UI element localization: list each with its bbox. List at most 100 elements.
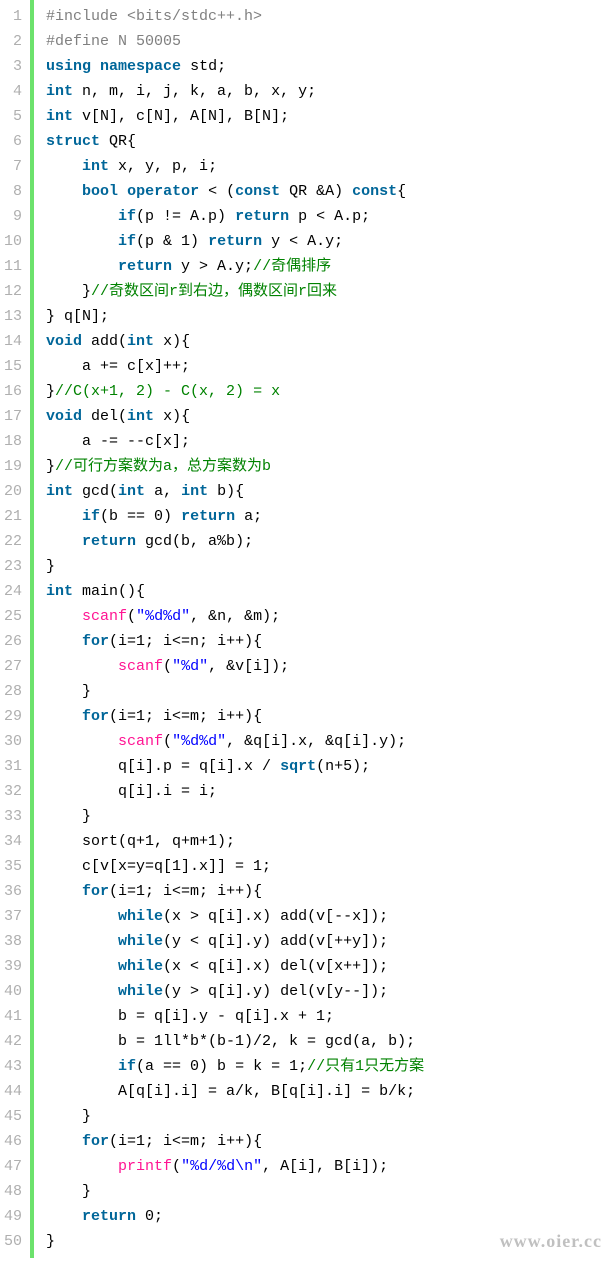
token-kw: operator xyxy=(127,183,199,200)
line-number: 27 xyxy=(4,654,22,679)
line-number: 33 xyxy=(4,804,22,829)
code-line: a -= --c[x]; xyxy=(46,429,612,454)
token-id xyxy=(91,58,100,75)
token-id xyxy=(46,1208,82,1225)
token-id: } xyxy=(46,808,91,825)
token-id xyxy=(46,533,82,550)
token-ty: void xyxy=(46,408,82,425)
line-number: 8 xyxy=(4,179,22,204)
token-pp: #include <bits/stdc++.h> xyxy=(46,8,262,25)
token-id: a -= --c[x]; xyxy=(46,433,190,450)
token-id: (n+5); xyxy=(316,758,370,775)
token-id xyxy=(46,1133,82,1150)
line-number: 20 xyxy=(4,479,22,504)
token-kw: for xyxy=(82,633,109,650)
line-number: 31 xyxy=(4,754,22,779)
token-id: x, y, p, i; xyxy=(109,158,217,175)
line-number: 4 xyxy=(4,79,22,104)
line-number: 7 xyxy=(4,154,22,179)
token-id: (y < q[i].y) add(v[++y]); xyxy=(163,933,388,950)
token-id: b = q[i].y - q[i].x + 1; xyxy=(46,1008,334,1025)
token-id: b){ xyxy=(208,483,244,500)
token-id xyxy=(46,258,118,275)
token-id xyxy=(46,983,118,1000)
code-line: for(i=1; i<=m; i++){ xyxy=(46,879,612,904)
token-id xyxy=(46,908,118,925)
token-id: } q[N]; xyxy=(46,308,109,325)
token-kw: struct xyxy=(46,133,100,150)
token-id xyxy=(46,1158,118,1175)
token-id: ( xyxy=(163,733,172,750)
code-line: using namespace std; xyxy=(46,54,612,79)
token-id: } xyxy=(46,283,91,300)
token-id: } xyxy=(46,1108,91,1125)
token-id: < ( xyxy=(199,183,235,200)
token-id: ( xyxy=(163,658,172,675)
code-line: } xyxy=(46,554,612,579)
token-str: "%d" xyxy=(172,658,208,675)
code-line: while(x > q[i].x) add(v[--x]); xyxy=(46,904,612,929)
token-id: (i=1; i<=m; i++){ xyxy=(109,708,262,725)
line-number: 17 xyxy=(4,404,22,429)
token-fn: printf xyxy=(118,1158,172,1175)
token-fn: scanf xyxy=(118,733,163,750)
token-id xyxy=(118,183,127,200)
line-number: 10 xyxy=(4,229,22,254)
line-number: 50 xyxy=(4,1229,22,1254)
token-id: x){ xyxy=(154,408,190,425)
token-bfn: sqrt xyxy=(280,758,316,775)
line-number: 29 xyxy=(4,704,22,729)
token-fn: scanf xyxy=(118,658,163,675)
code-line: } q[N]; xyxy=(46,304,612,329)
token-id: , &v[i]); xyxy=(208,658,289,675)
line-number: 40 xyxy=(4,979,22,1004)
token-kw: while xyxy=(118,958,163,975)
line-number: 25 xyxy=(4,604,22,629)
code-line: b = 1ll*b*(b-1)/2, k = gcd(a, b); xyxy=(46,1029,612,1054)
token-id: (p & 1) xyxy=(136,233,208,250)
code-line: } xyxy=(46,804,612,829)
token-str: "%d%d" xyxy=(136,608,190,625)
code-line: return gcd(b, a%b); xyxy=(46,529,612,554)
token-id xyxy=(46,933,118,950)
line-number: 26 xyxy=(4,629,22,654)
token-pp: #define N 50005 xyxy=(46,33,181,50)
code-line: void del(int x){ xyxy=(46,404,612,429)
code-line: } xyxy=(46,679,612,704)
token-id: QR &A) xyxy=(280,183,352,200)
token-id: A[q[i].i] = a/k, B[q[i].i] = b/k; xyxy=(46,1083,415,1100)
token-id: (p != A.p) xyxy=(136,208,235,225)
token-id: (y > q[i].y) del(v[y--]); xyxy=(163,983,388,1000)
token-kw: if xyxy=(118,1058,136,1075)
token-id xyxy=(46,183,82,200)
token-id xyxy=(46,633,82,650)
token-id: y < A.y; xyxy=(262,233,343,250)
token-kw: const xyxy=(235,183,280,200)
line-number: 18 xyxy=(4,429,22,454)
code-line: if(p & 1) return y < A.y; xyxy=(46,229,612,254)
line-number: 11 xyxy=(4,254,22,279)
line-number: 22 xyxy=(4,529,22,554)
line-number: 6 xyxy=(4,129,22,154)
token-id: , &q[i].x, &q[i].y); xyxy=(226,733,406,750)
token-id: y > A.y; xyxy=(172,258,253,275)
code-line: void add(int x){ xyxy=(46,329,612,354)
token-id: (x < q[i].x) del(v[x++]); xyxy=(163,958,388,975)
line-number: 15 xyxy=(4,354,22,379)
code-line: b = q[i].y - q[i].x + 1; xyxy=(46,1004,612,1029)
line-number: 44 xyxy=(4,1079,22,1104)
token-id: } xyxy=(46,458,55,475)
line-number: 1 xyxy=(4,4,22,29)
code-line: scanf("%d%d", &n, &m); xyxy=(46,604,612,629)
code-line: }//可行方案数为a，总方案数为b xyxy=(46,454,612,479)
code-line: q[i].p = q[i].x / sqrt(n+5); xyxy=(46,754,612,779)
line-number: 37 xyxy=(4,904,22,929)
token-kw: if xyxy=(82,508,100,525)
line-number: 39 xyxy=(4,954,22,979)
code-line: while(x < q[i].x) del(v[x++]); xyxy=(46,954,612,979)
token-id: } xyxy=(46,558,55,575)
code-line: scanf("%d%d", &q[i].x, &q[i].y); xyxy=(46,729,612,754)
code-line: while(y > q[i].y) del(v[y--]); xyxy=(46,979,612,1004)
line-number: 28 xyxy=(4,679,22,704)
token-kw: while xyxy=(118,908,163,925)
